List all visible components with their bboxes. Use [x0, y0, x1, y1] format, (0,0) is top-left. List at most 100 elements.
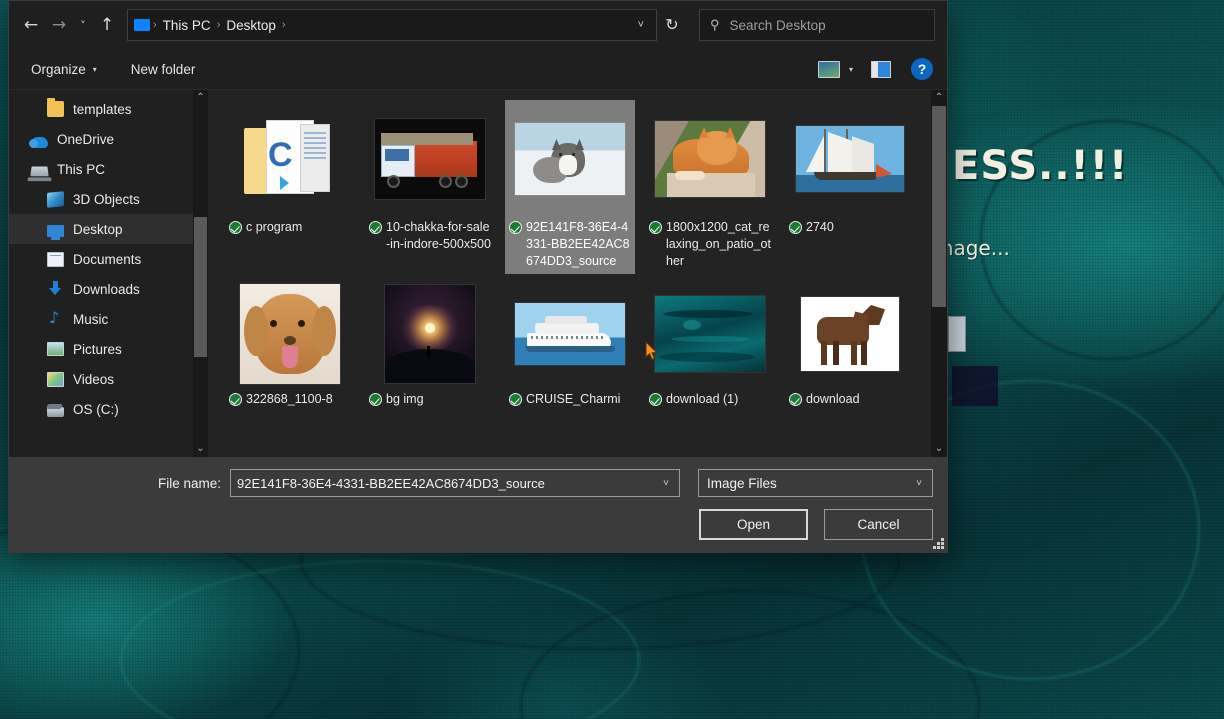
sidebar-item-downloads[interactable]: Downloads	[9, 274, 193, 304]
refresh-icon[interactable]: ↻	[657, 9, 687, 41]
file-thumbnail	[655, 296, 765, 372]
back-button[interactable]: ←	[17, 10, 45, 40]
pictures-icon	[47, 342, 64, 356]
file-label: bg img	[367, 391, 493, 408]
cancel-button[interactable]: Cancel	[824, 509, 933, 540]
file-thumbnail	[515, 303, 625, 365]
sidebar-item-os-c[interactable]: OS (C:)	[9, 394, 193, 424]
chevron-down-icon[interactable]: ˅	[908, 478, 930, 489]
sync-check-icon	[649, 221, 662, 234]
sidebar-item-label: Documents	[73, 251, 142, 267]
sidebar-item-3d-objects[interactable]: 3D Objects	[9, 184, 193, 214]
file-tile[interactable]: download (1)	[645, 278, 775, 424]
organize-button[interactable]: Organize ▾	[31, 62, 97, 77]
sidebar-scrollbar[interactable]: ⌃ ⌄	[193, 90, 208, 457]
view-options-button[interactable]	[817, 60, 840, 78]
sidebar-item-pictures[interactable]: Pictures	[9, 334, 193, 364]
mouse-cursor	[645, 341, 659, 361]
chevron-down-icon[interactable]: ˅	[655, 478, 677, 489]
folder-icon	[47, 98, 64, 117]
search-box[interactable]: ⚲	[699, 9, 935, 41]
file-name: 2740	[806, 220, 834, 234]
sidebar-item-music[interactable]: Music	[9, 304, 193, 334]
file-name: 1800x1200_cat_relaxing_on_patio_other	[666, 220, 771, 268]
chevron-down-icon[interactable]: ▾	[849, 65, 853, 74]
file-grid: Cc program 10-chakka-for-sale-in-indore-5…	[208, 90, 931, 457]
sidebar-list: templates OneDrive This PC 3D Objects Deskto…	[9, 90, 193, 457]
sidebar-scroll-thumb[interactable]	[194, 216, 207, 358]
sidebar-item-onedrive[interactable]: OneDrive	[9, 124, 193, 154]
preview-pane-icon	[871, 60, 891, 78]
file-thumbnail-wrap	[647, 282, 773, 386]
scroll-down-icon[interactable]: ⌄	[935, 441, 943, 457]
sidebar-item-label: 3D Objects	[73, 191, 140, 207]
chevron-down-icon[interactable]: ˅	[630, 19, 652, 31]
file-tile[interactable]: CRUISE_Charmi	[505, 278, 635, 424]
filename-label: File name:	[158, 475, 222, 491]
up-button[interactable]: ↑	[93, 10, 121, 40]
filename-input[interactable]	[237, 475, 656, 491]
organize-label: Organize	[31, 61, 86, 77]
file-thumbnail-wrap	[507, 282, 633, 386]
file-thumbnail-wrap: C	[227, 104, 353, 214]
sidebar-item-desktop[interactable]: Desktop	[9, 214, 193, 244]
resize-grip[interactable]	[931, 536, 944, 549]
scroll-down-icon[interactable]: ⌄	[196, 441, 204, 457]
file-tile[interactable]: 92E141F8-36E4-4331-BB2EE42AC8674DD3_sour…	[505, 100, 635, 274]
breadcrumb[interactable]: › This PC › Desktop › ˅	[127, 9, 657, 41]
file-thumbnail	[655, 121, 765, 197]
content-scrollbar[interactable]: ⌃ ⌄	[931, 90, 947, 457]
file-label: c program	[227, 219, 353, 236]
file-thumbnail	[796, 126, 904, 192]
sidebar-item-label: OneDrive	[57, 131, 115, 147]
sidebar-item-documents[interactable]: Documents	[9, 244, 193, 274]
scroll-up-icon[interactable]: ⌃	[935, 90, 943, 106]
onedrive-icon	[29, 136, 48, 148]
recent-locations-button[interactable]: ˅	[73, 10, 93, 40]
file-tile[interactable]: 1800x1200_cat_relaxing_on_patio_other	[645, 100, 775, 274]
sidebar-item-videos[interactable]: Videos	[9, 364, 193, 394]
file-tile[interactable]: bg img	[365, 278, 495, 424]
sync-check-icon	[789, 221, 802, 234]
content-scroll-thumb[interactable]	[932, 106, 946, 307]
breadcrumb-item-desktop[interactable]: Desktop	[221, 18, 281, 33]
search-input[interactable]	[729, 17, 924, 33]
filetype-combobox[interactable]: Image Files ˅	[698, 469, 933, 497]
background-app-panel	[952, 366, 998, 406]
dialog-footer: File name: ˅ Image Files ˅ Open Cancel	[9, 457, 947, 552]
file-tile[interactable]: Cc program	[225, 100, 355, 274]
file-thumbnail-wrap	[787, 104, 913, 214]
file-thumbnail-wrap	[367, 104, 493, 214]
filetype-value: Image Files	[707, 475, 777, 491]
sync-check-icon	[789, 393, 802, 406]
filename-combobox[interactable]: ˅	[230, 469, 681, 497]
drive-icon	[47, 407, 64, 417]
videos-icon	[47, 371, 64, 387]
help-button[interactable]: ?	[911, 58, 933, 80]
file-tile[interactable]: download	[785, 278, 915, 424]
new-folder-button[interactable]: New folder	[131, 62, 196, 77]
preview-pane-button[interactable]	[871, 60, 891, 78]
file-name: download	[806, 392, 860, 406]
file-tile[interactable]: 322868_1100-8	[225, 278, 355, 424]
sidebar-item-this-pc[interactable]: This PC	[9, 154, 193, 184]
sidebar-scroll-track[interactable]	[193, 106, 208, 441]
breadcrumb-item-this-pc[interactable]: This PC	[158, 18, 216, 33]
file-tile[interactable]: 10-chakka-for-sale-in-indore-500x500	[365, 100, 495, 274]
file-thumbnail	[515, 123, 625, 195]
sidebar-item-templates[interactable]: templates	[9, 94, 193, 124]
sidebar-item-label: Videos	[73, 371, 115, 387]
file-thumbnail-wrap	[787, 282, 913, 386]
file-thumbnail	[240, 284, 340, 384]
file-tile[interactable]: 2740	[785, 100, 915, 274]
filename-row: File name: ˅ Image Files ˅	[9, 469, 933, 497]
file-thumbnail-wrap	[367, 282, 493, 386]
sidebar-item-label: OS (C:)	[73, 401, 119, 417]
forward-button[interactable]: →	[45, 10, 73, 40]
3d-objects-icon	[47, 190, 64, 208]
content-scroll-track[interactable]	[931, 106, 947, 441]
sync-check-icon	[229, 221, 242, 234]
scroll-up-icon[interactable]: ⌃	[196, 90, 204, 106]
open-button[interactable]: Open	[699, 509, 808, 540]
sync-check-icon	[649, 393, 662, 406]
